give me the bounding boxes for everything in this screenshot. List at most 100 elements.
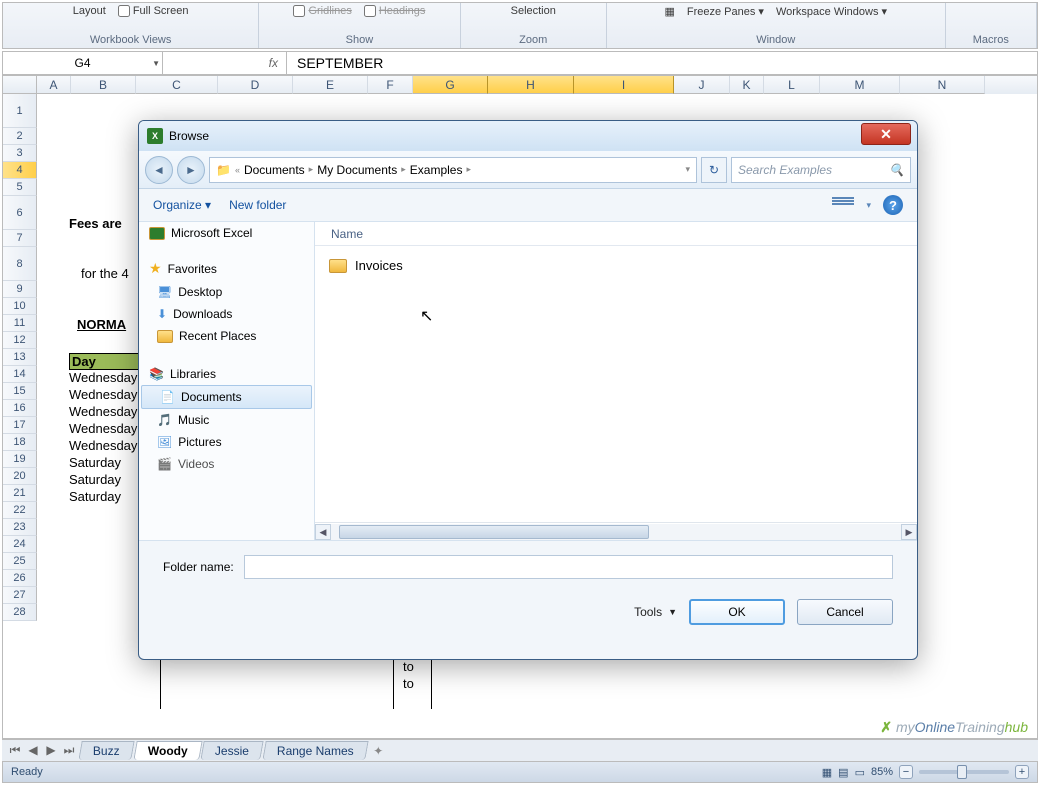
file-list-area[interactable]: Name Invoices ↖ ◀ ▶ <box>315 222 917 540</box>
row-17[interactable]: 17 <box>3 417 37 434</box>
col-C[interactable]: C <box>136 76 218 94</box>
col-F[interactable]: F <box>368 76 413 94</box>
zoom-out-button[interactable]: − <box>899 765 913 779</box>
row-15[interactable]: 15 <box>3 383 37 400</box>
crumb-documents[interactable]: Documents <box>244 163 305 177</box>
help-icon[interactable]: ? <box>883 195 903 215</box>
row-9[interactable]: 9 <box>3 281 37 298</box>
fx-button[interactable]: fx <box>163 52 287 74</box>
row-13[interactable]: 13 <box>3 349 37 366</box>
breadcrumb[interactable]: 📁 « Documents▸ My Documents▸ Examples▸ ▾ <box>209 157 697 183</box>
refresh-button[interactable]: ↻ <box>701 157 727 183</box>
row-20[interactable]: 20 <box>3 468 37 485</box>
organize-button[interactable]: Organize ▾ <box>153 198 211 212</box>
row-2[interactable]: 2 <box>3 128 37 145</box>
col-N[interactable]: N <box>900 76 985 94</box>
tab-jessie[interactable]: Jessie <box>201 741 264 760</box>
tree-libraries[interactable]: 📚Libraries <box>139 363 314 385</box>
file-hscroll[interactable]: ◀ ▶ <box>315 522 917 540</box>
col-L[interactable]: L <box>764 76 820 94</box>
row-27[interactable]: 27 <box>3 587 37 604</box>
file-col-name[interactable]: Name <box>315 222 917 246</box>
headings-toggle[interactable]: Headings <box>364 5 425 17</box>
row-19[interactable]: 19 <box>3 451 37 468</box>
row-12[interactable]: 12 <box>3 332 37 349</box>
tree-favorites[interactable]: ★Favorites <box>139 256 314 281</box>
col-M[interactable]: M <box>820 76 900 94</box>
tab-range-names[interactable]: Range Names <box>263 741 369 760</box>
scroll-thumb[interactable] <box>339 525 649 539</box>
fullscreen-toggle[interactable]: Full Screen <box>118 5 189 17</box>
col-E[interactable]: E <box>293 76 368 94</box>
tree-documents[interactable]: 📄Documents <box>141 385 312 409</box>
scroll-left-icon[interactable]: ◀ <box>315 524 331 540</box>
tab-last-icon[interactable]: ⏭ <box>60 743 78 758</box>
row-1[interactable]: 1 <box>3 94 37 128</box>
folder-name-input[interactable] <box>244 555 893 579</box>
file-invoices[interactable]: Invoices <box>329 256 903 275</box>
col-K[interactable]: K <box>730 76 764 94</box>
ribbon-layout[interactable]: Layout <box>73 5 106 17</box>
row-23[interactable]: 23 <box>3 519 37 536</box>
namebox-dropdown-icon[interactable]: ▼ <box>152 59 160 68</box>
formula-value[interactable]: SEPTEMBER <box>287 55 383 71</box>
tab-nav[interactable]: ⏮ ◀ ▶ ⏭ <box>6 743 78 758</box>
col-I[interactable]: I <box>574 76 674 94</box>
tree-excel[interactable]: Microsoft Excel <box>139 222 314 244</box>
view-break-icon[interactable]: ▭ <box>855 766 865 779</box>
zoom-percent[interactable]: 85% <box>871 766 893 778</box>
tree-downloads[interactable]: ⬇Downloads <box>139 303 314 325</box>
crumb-examples[interactable]: Examples <box>410 163 463 177</box>
row-3[interactable]: 3 <box>3 145 37 162</box>
tab-buzz[interactable]: Buzz <box>78 741 134 760</box>
select-all-corner[interactable] <box>3 76 37 94</box>
cancel-button[interactable]: Cancel <box>797 599 893 625</box>
row-22[interactable]: 22 <box>3 502 37 519</box>
row-14[interactable]: 14 <box>3 366 37 383</box>
zoom-slider[interactable] <box>919 770 1009 774</box>
row-24[interactable]: 24 <box>3 536 37 553</box>
zoom-selection[interactable]: Selection <box>511 5 556 17</box>
col-J[interactable]: J <box>674 76 730 94</box>
col-A[interactable]: A <box>37 76 71 94</box>
row-18[interactable]: 18 <box>3 434 37 451</box>
row-16[interactable]: 16 <box>3 400 37 417</box>
nav-back-button[interactable]: ◄ <box>145 156 173 184</box>
dialog-titlebar[interactable]: X Browse ✕ <box>139 121 917 151</box>
row-4[interactable]: 4 <box>3 162 37 179</box>
row-28[interactable]: 28 <box>3 604 37 621</box>
col-G[interactable]: G <box>413 76 488 94</box>
name-box[interactable]: G4 ▼ <box>3 52 163 74</box>
scroll-right-icon[interactable]: ▶ <box>901 524 917 540</box>
folder-tree[interactable]: Microsoft Excel ★Favorites 🖥Desktop ⬇Dow… <box>139 222 315 540</box>
close-button[interactable]: ✕ <box>861 123 911 145</box>
row-26[interactable]: 26 <box>3 570 37 587</box>
tree-videos[interactable]: 🎬Videos <box>139 453 314 475</box>
col-H[interactable]: H <box>488 76 574 94</box>
new-folder-button[interactable]: New folder <box>229 198 286 212</box>
tab-prev-icon[interactable]: ◀ <box>24 743 42 758</box>
view-layout-icon[interactable]: ▤ <box>838 766 848 779</box>
new-sheet-icon[interactable]: ✦ <box>373 744 383 758</box>
view-normal-icon[interactable]: ▦ <box>822 766 832 779</box>
tab-next-icon[interactable]: ▶ <box>42 743 60 758</box>
row-10[interactable]: 10 <box>3 298 37 315</box>
col-B[interactable]: B <box>71 76 136 94</box>
row-6[interactable]: 6 <box>3 196 37 230</box>
search-input[interactable]: Search Examples 🔍 <box>731 157 911 183</box>
row-8[interactable]: 8 <box>3 247 37 281</box>
row-11[interactable]: 11 <box>3 315 37 332</box>
tree-music[interactable]: 🎵Music <box>139 409 314 431</box>
row-21[interactable]: 21 <box>3 485 37 502</box>
search-icon[interactable]: 🔍 <box>889 163 904 177</box>
zoom-in-button[interactable]: + <box>1015 765 1029 779</box>
ok-button[interactable]: OK <box>689 599 785 625</box>
col-D[interactable]: D <box>218 76 293 94</box>
workspace-windows[interactable]: Workspace Windows ▾ <box>776 5 887 18</box>
freeze-panes-button[interactable]: Freeze Panes ▾ <box>687 5 764 18</box>
row-5[interactable]: 5 <box>3 179 37 196</box>
crumb-mydocuments[interactable]: My Documents <box>317 163 397 177</box>
tree-desktop[interactable]: 🖥Desktop <box>139 281 314 303</box>
gridlines-toggle[interactable]: Gridlines <box>293 5 351 17</box>
row-7[interactable]: 7 <box>3 230 37 247</box>
